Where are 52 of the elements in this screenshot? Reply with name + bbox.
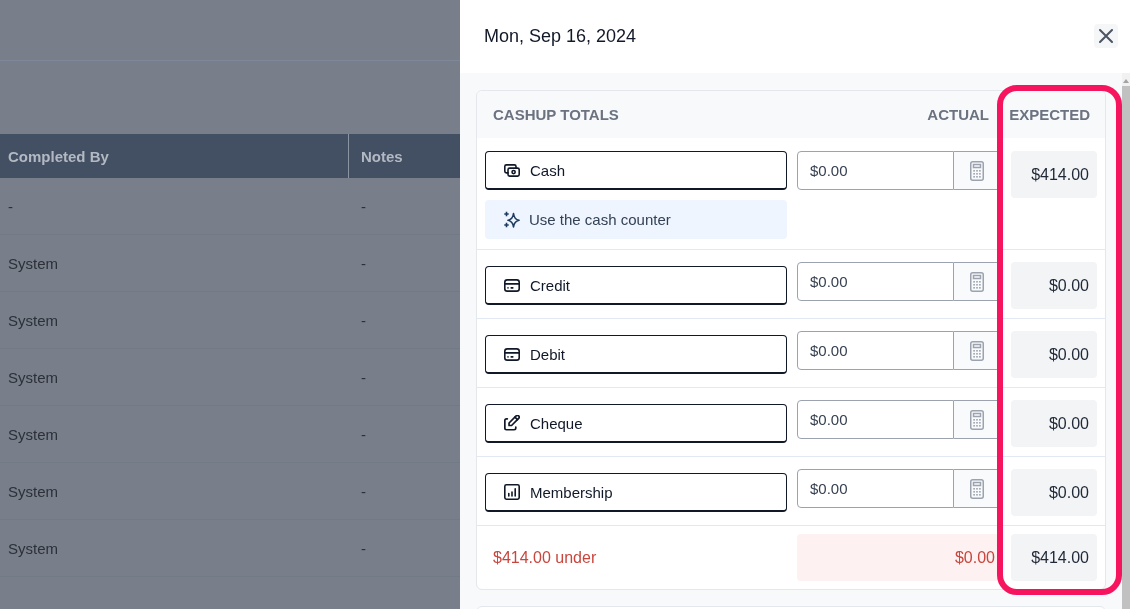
variance-text: $414.00 under xyxy=(492,548,597,567)
table-cell-text: - xyxy=(360,367,367,388)
calculator-icon xyxy=(970,478,984,499)
table-cell-text: System xyxy=(7,424,59,445)
amount-input[interactable]: $0.00 xyxy=(797,469,954,508)
table-cell-text: System xyxy=(7,481,59,502)
payment-method-button[interactable]: Cheque xyxy=(485,404,787,443)
calculator-icon xyxy=(970,409,984,430)
column-header: Completed By xyxy=(0,134,349,178)
section-heading: CASHUP TOTALS xyxy=(492,106,620,123)
table-cell-text: - xyxy=(360,481,367,502)
table-cell-text: - xyxy=(360,196,367,217)
payment-method-button[interactable]: Debit xyxy=(485,335,787,374)
card-icon xyxy=(504,278,520,292)
column-header: ACTUAL xyxy=(926,106,990,123)
table-cell-text: - xyxy=(360,424,367,445)
calculator-icon xyxy=(970,340,984,361)
calculator-icon xyxy=(970,160,984,181)
payment-method-button[interactable]: Membership xyxy=(485,473,787,512)
table-cell-text: System xyxy=(7,253,59,274)
table-cell-text: - xyxy=(360,538,367,559)
expected-amount: $0.00 xyxy=(1011,262,1097,309)
table-cell-text: System xyxy=(7,367,59,388)
amount-input[interactable]: $0.00 xyxy=(797,262,954,301)
table-cell-text: - xyxy=(7,196,14,217)
card-icon xyxy=(504,347,520,361)
close-button[interactable] xyxy=(1094,24,1118,48)
table-cell-text: System xyxy=(7,310,59,331)
drawer-title: Mon, Sep 16, 2024 xyxy=(484,26,637,47)
calculator-icon xyxy=(970,271,984,292)
table-cell-text: System xyxy=(7,538,59,559)
amount-input[interactable]: $0.00 xyxy=(797,331,954,370)
column-header: Notes xyxy=(360,146,404,167)
sparkle-icon xyxy=(503,211,520,228)
amount-input[interactable]: $0.00 xyxy=(797,400,954,439)
payment-method-button[interactable]: Cash xyxy=(485,151,787,190)
bar-chart-icon xyxy=(504,484,520,500)
expected-amount: $0.00 xyxy=(1011,400,1097,447)
table-cell-text: - xyxy=(360,310,367,331)
cash-counter-button[interactable]: Use the cash counter xyxy=(485,200,787,239)
banknotes-icon xyxy=(504,163,520,177)
pencil-square-icon xyxy=(504,415,520,431)
column-header: EXPECTED xyxy=(1011,106,1091,123)
expected-amount: $414.00 xyxy=(1011,151,1097,198)
scroll-up-arrow-icon[interactable] xyxy=(1123,79,1129,83)
expected-amount: $0.00 xyxy=(1011,469,1097,516)
close-icon xyxy=(1099,29,1113,43)
expected-total: $414.00 xyxy=(1011,534,1097,581)
expected-amount: $0.00 xyxy=(1011,331,1097,378)
amount-input[interactable]: $0.00 xyxy=(797,151,954,190)
payment-method-button[interactable]: Credit xyxy=(485,266,787,305)
table-cell-text: - xyxy=(360,253,367,274)
